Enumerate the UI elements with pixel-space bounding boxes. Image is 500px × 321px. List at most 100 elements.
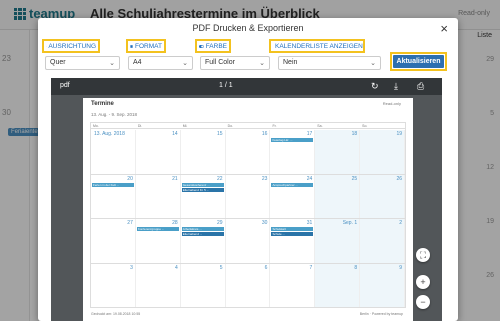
day-cell: 9 xyxy=(360,263,406,307)
day-cell: 16 xyxy=(226,130,271,174)
orientation-value: Quer xyxy=(50,59,66,66)
calendar-event: Gesamtkonferenz ... xyxy=(181,182,224,187)
day-cell: 17 Feiertag Lkr. ... xyxy=(270,130,316,174)
day-number: 5 xyxy=(219,264,223,271)
day-number: 28 xyxy=(172,220,178,226)
format-select[interactable]: A4 ⌄ xyxy=(128,56,193,70)
zoom-out-icon[interactable]: − xyxy=(416,295,430,309)
pdf-footer-powered: Berlin · Powered by teamup xyxy=(359,312,403,316)
day-cell: 29 Arbeitskreis ... Elternabend ... xyxy=(181,219,226,263)
calendar-event: Konferenzgruppe ... xyxy=(136,227,179,231)
chevron-down-icon: ⌄ xyxy=(182,60,188,67)
calendar-list-select[interactable]: Nein ⌄ xyxy=(278,56,381,70)
day-number: 18 xyxy=(351,131,358,137)
day-number: Sep. 1 xyxy=(342,220,358,226)
day-number: 3 xyxy=(130,264,133,271)
day-number: 9 xyxy=(399,264,403,271)
color-select[interactable]: Full Color ⌄ xyxy=(200,56,270,70)
day-cell: 5 xyxy=(181,263,226,307)
day-cell: 3 xyxy=(91,263,136,307)
day-cell: 8 xyxy=(315,263,361,307)
calendar-event: Elternabend ... xyxy=(181,232,224,236)
format-label-text: FORMAT xyxy=(135,42,162,50)
weekday: Di. xyxy=(137,124,143,128)
color-toggle-icon xyxy=(199,44,204,48)
day-number: 6 xyxy=(264,264,268,271)
print-icon[interactable]: ⎙ xyxy=(417,81,424,92)
day-cell: 30 xyxy=(226,219,271,263)
day-cell: 27 xyxy=(91,219,136,263)
calendar-event: Arbeitskreis ... xyxy=(181,227,224,231)
pdf-readonly: Read-only xyxy=(382,101,401,106)
apply-highlight: Aktualisieren xyxy=(390,52,447,71)
day-number: 4 xyxy=(174,264,178,271)
page-indicator: 1 / 1 xyxy=(219,82,233,89)
orientation-label: AUSRICHTUNG xyxy=(42,39,100,53)
pdf-calendar-title: Termine xyxy=(91,101,114,107)
chevron-down-icon: ⌄ xyxy=(109,60,115,67)
day-cell: 13. Aug. 2018 xyxy=(91,130,136,174)
day-number: 25 xyxy=(351,175,358,182)
weekday-header: Mo. Di. Mi. Do. Fr. Sa. So. xyxy=(91,123,405,129)
format-label: FORMAT xyxy=(126,39,166,53)
calendar-list-value: Nein xyxy=(283,59,298,66)
day-number: 16 xyxy=(261,131,268,137)
day-cell: 7 xyxy=(270,263,316,307)
day-number: 22 xyxy=(217,175,223,182)
day-cell: 20 Ferien in der Kult ... xyxy=(91,174,136,218)
weekday: Do. xyxy=(227,124,234,128)
day-number: 8 xyxy=(354,264,358,271)
calendar-event: Schulstart xyxy=(271,227,314,231)
day-cell: 2 xyxy=(360,219,406,263)
day-cell: 15 xyxy=(181,130,226,174)
apply-button[interactable]: Aktualisieren xyxy=(393,55,444,68)
color-value: Full Color xyxy=(205,59,235,66)
day-cell: 24 Ansprechpartner ... xyxy=(270,174,316,218)
weekday: Mo. xyxy=(93,124,99,128)
day-cell: 28 Konferenzgruppe ... xyxy=(136,219,181,263)
day-number: 24 xyxy=(306,175,313,182)
day-cell: 4 xyxy=(136,263,181,307)
day-cell: 6 xyxy=(226,263,271,307)
calendar-event: Elternabend Kl. 5 ... xyxy=(181,187,224,192)
day-cell: 25 xyxy=(315,174,361,218)
day-number: 31 xyxy=(306,220,313,226)
week-row: 13. Aug. 2018 14 15 16 17 Feiertag Lkr. ... 18… xyxy=(91,130,406,175)
pdf-export-dialog: PDF Drucken & Exportieren × AUSRICHTUNG … xyxy=(38,18,458,321)
orientation-select[interactable]: Quer ⌄ xyxy=(45,56,120,70)
week-row: 20 Ferien in der Kult ... 21 22 Gesamtkonfer… xyxy=(91,174,406,219)
calendar-event: Ansprechpartner ... xyxy=(271,182,314,187)
weekday: So. xyxy=(362,124,368,128)
weekday: Sa. xyxy=(317,124,323,128)
dialog-title: PDF Drucken & Exportieren xyxy=(192,23,304,33)
close-icon[interactable]: × xyxy=(440,21,448,36)
day-cell: 31 Schulstart Schule ... xyxy=(270,219,316,263)
day-number: 23 xyxy=(261,175,268,182)
day-number: 7 xyxy=(309,264,313,271)
day-number: 15 xyxy=(217,131,223,137)
day-cell: 18 xyxy=(315,130,361,174)
pdf-footer-printed: Gedruckt am: 19.08.2018 10:55 xyxy=(91,312,141,316)
color-label: FARBE xyxy=(195,39,231,53)
pdf-filename: pdf xyxy=(60,82,70,89)
week-row: 3 4 5 6 7 8 9 xyxy=(91,263,406,308)
day-number: 14 xyxy=(172,131,178,137)
pdf-date-range: 13. Aug. - 9. Sep. 2018 xyxy=(91,112,138,117)
day-number: 27 xyxy=(127,220,133,226)
pdf-page: Termine Read-only 13. Aug. - 9. Sep. 201… xyxy=(83,98,413,321)
pdf-viewer[interactable]: pdf 1 / 1 ↻ ⤓ ⎙ Termine Read-only 13. Au… xyxy=(51,78,442,321)
day-cell: 19 xyxy=(360,130,406,174)
zoom-in-icon[interactable]: + xyxy=(416,275,430,289)
calendar-list-label-text: KALENDERLISTE ANZEIGEN xyxy=(275,42,363,50)
chevron-down-icon: ⌄ xyxy=(370,60,376,67)
orientation-label-text: AUSRICHTUNG xyxy=(48,42,96,50)
chevron-down-icon: ⌄ xyxy=(259,60,265,67)
weekday: Mi. xyxy=(182,124,188,128)
fit-icon[interactable]: ⛶ xyxy=(416,248,430,262)
day-number: 20 xyxy=(127,175,133,182)
day-cell: 21 xyxy=(136,174,181,218)
download-icon[interactable]: ⤓ xyxy=(394,81,398,92)
day-number: 17 xyxy=(306,131,313,137)
refresh-icon[interactable]: ↻ xyxy=(371,81,379,92)
format-icon xyxy=(130,44,133,48)
